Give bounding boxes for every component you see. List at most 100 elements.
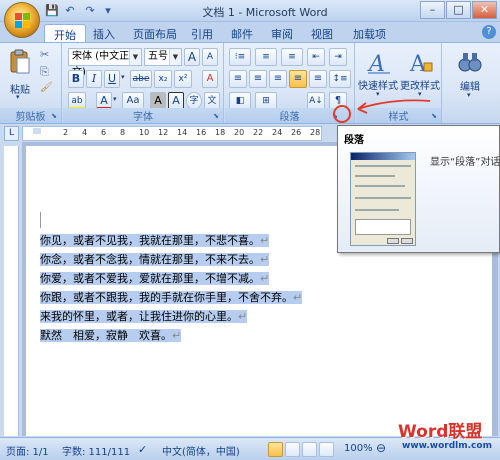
numbering-button[interactable]: ≡ xyxy=(255,48,277,66)
tab-mailings[interactable]: 邮件 xyxy=(222,24,262,42)
ruler-number: 6 xyxy=(101,128,107,137)
tab-addins[interactable]: 加载项 xyxy=(344,24,395,42)
redo-icon[interactable]: ↷ xyxy=(82,3,98,19)
tab-selector[interactable]: L xyxy=(4,126,19,141)
first-line-indent-marker[interactable] xyxy=(33,128,41,134)
undo-icon[interactable]: ↶ xyxy=(62,3,78,19)
outline-view-icon[interactable] xyxy=(319,442,334,457)
font-launcher-icon[interactable]: ⬊ xyxy=(211,111,221,121)
copy-icon[interactable]: ⎘ xyxy=(40,65,49,79)
tab-home[interactable]: 开始 xyxy=(44,24,86,42)
text-line[interactable]: 你爱，或者不爱我，爱就在那里，不增不减。↵ xyxy=(40,269,270,288)
zoom-out-icon[interactable]: ⊖ xyxy=(376,441,386,455)
cut-icon[interactable]: ✂ xyxy=(40,48,49,61)
format-painter-icon[interactable]: 🖌 xyxy=(40,82,53,93)
multilevel-list-button[interactable]: ≡ xyxy=(281,48,303,66)
office-button[interactable] xyxy=(4,2,40,38)
clear-formatting-button[interactable]: A xyxy=(202,70,218,88)
customize-qat-icon[interactable]: ▾ xyxy=(100,3,116,19)
ruler-number: 14 xyxy=(177,128,188,137)
ruler-number: 20 xyxy=(234,128,245,137)
tooltip-description: 显示“段落”对话 xyxy=(430,157,500,168)
decrease-indent-button[interactable]: ⇤ xyxy=(307,48,325,66)
window-title: 文档 1 - Microsoft Word xyxy=(202,6,328,19)
tab-review[interactable]: 审阅 xyxy=(262,24,302,42)
font-size-combo[interactable]: 五号 ▼ xyxy=(144,48,182,66)
svg-text:A: A xyxy=(367,52,385,75)
underline-dropdown-icon[interactable]: ▾ xyxy=(121,73,125,81)
close-button[interactable]: ✕ xyxy=(472,1,497,19)
line-spacing-button[interactable]: ↕≡ xyxy=(329,70,351,88)
full-screen-view-icon[interactable] xyxy=(285,442,300,457)
text-line[interactable]: 默然 相爱，寂静 欢喜。↵ xyxy=(40,326,182,345)
annotation-circle xyxy=(333,105,351,123)
save-icon[interactable]: 💾 xyxy=(44,3,60,19)
ruler-number: 26 xyxy=(291,128,302,137)
tab-references[interactable]: 引用 xyxy=(182,24,222,42)
tab-view[interactable]: 视图 xyxy=(302,24,342,42)
paste-icon xyxy=(10,49,30,74)
horizontal-ruler[interactable]: 2 4 6 8 10 12 14 16 18 20 22 24 26 28 xyxy=(22,126,322,141)
clipboard-group: 粘贴 ▾ ✂ ⎘ 🖌 剪贴板 ⬊ xyxy=(0,43,62,123)
bullets-button[interactable]: ⁝≡ xyxy=(229,48,251,66)
ruler-number: 18 xyxy=(215,128,226,137)
title-bar: 💾 ↶ ↷ ▾ 文档 1 - Microsoft Word – □ ✕ xyxy=(0,0,500,22)
print-layout-view-icon[interactable] xyxy=(268,442,283,457)
text-line[interactable]: 来我的怀里，或者，让我住进你的心里。↵ xyxy=(40,307,248,326)
page-count[interactable]: 页面: 1/1 xyxy=(6,443,49,458)
paste-dropdown-icon: ▾ xyxy=(16,93,20,101)
clipboard-launcher-icon[interactable]: ⬊ xyxy=(49,111,59,121)
editing-group[interactable]: 编辑 ▾ xyxy=(443,43,500,123)
margin-corner-mark xyxy=(40,212,41,228)
paste-button[interactable]: 粘贴 ▾ xyxy=(6,49,34,101)
watermark-url: www.wordlm.com xyxy=(402,441,492,451)
font-name-combo[interactable]: 宋体 (中文正文) ▼ xyxy=(68,48,142,78)
font-group-label: 字体 xyxy=(63,108,223,123)
grow-font-button[interactable]: A xyxy=(184,48,200,66)
ruler-number: 2 xyxy=(63,128,69,137)
ruler-number: 8 xyxy=(120,128,126,137)
shrink-font-button[interactable]: A xyxy=(202,48,218,66)
watermark-brand: Word联盟 xyxy=(398,422,483,442)
strikethrough-button[interactable]: abe xyxy=(130,70,152,88)
vertical-ruler[interactable] xyxy=(4,146,19,436)
align-left-button[interactable]: ≡ xyxy=(229,70,247,88)
italic-button[interactable]: I xyxy=(86,70,102,88)
ruler-number: 24 xyxy=(272,128,283,137)
text-line[interactable]: 你跟，或者不跟我，我的手就在你手里，不舍不弃。↵ xyxy=(40,288,303,307)
chevron-down-icon[interactable]: ▼ xyxy=(129,49,141,65)
font-color-dropdown-icon[interactable]: ▾ xyxy=(113,95,117,103)
chevron-down-icon[interactable]: ▼ xyxy=(169,49,181,65)
watermark-logo: Word联盟 www.wordlm.com xyxy=(396,415,500,455)
zoom-level[interactable]: 100% xyxy=(344,443,373,454)
change-styles-icon: A xyxy=(409,52,433,75)
underline-button[interactable]: U xyxy=(104,70,120,88)
dialog-preview-image xyxy=(350,152,416,246)
binoculars-icon xyxy=(458,53,482,72)
proofing-icon[interactable]: ✓ xyxy=(138,443,147,456)
view-buttons xyxy=(268,442,340,457)
justify-button[interactable]: ≡ xyxy=(289,70,307,88)
tab-insert[interactable]: 插入 xyxy=(84,24,124,42)
minimize-button[interactable]: – xyxy=(420,1,445,19)
superscript-button[interactable]: x² xyxy=(174,70,192,88)
help-icon[interactable]: ? xyxy=(482,25,496,39)
word-count[interactable]: 字数: 111/111 xyxy=(62,443,130,458)
subscript-button[interactable]: x₂ xyxy=(154,70,172,88)
ribbon-tabs: 开始 插入 页面布局 引用 邮件 审阅 视图 加载项 ? xyxy=(0,22,500,42)
ruler-number: 12 xyxy=(158,128,169,137)
font-size-value: 五号 xyxy=(148,51,168,62)
align-center-button[interactable]: ≡ xyxy=(249,70,267,88)
bold-button[interactable]: B xyxy=(68,70,84,88)
language-status[interactable]: 中文(简体，中国) xyxy=(162,443,240,458)
tab-page-layout[interactable]: 页面布局 xyxy=(124,24,186,42)
ruler-number: 22 xyxy=(253,128,264,137)
text-line[interactable]: 你见，或者不见我，我就在那里，不悲不喜。↵ xyxy=(40,231,270,250)
ruler-number: 28 xyxy=(310,128,321,137)
text-line[interactable]: 你念，或者不念我，情就在那里，不来不去。↵ xyxy=(40,250,270,269)
maximize-button[interactable]: □ xyxy=(446,1,471,19)
increase-indent-button[interactable]: ⇥ xyxy=(329,48,347,66)
align-right-button[interactable]: ≡ xyxy=(269,70,287,88)
web-layout-view-icon[interactable] xyxy=(302,442,317,457)
distributed-button[interactable]: ≡ xyxy=(309,70,327,88)
